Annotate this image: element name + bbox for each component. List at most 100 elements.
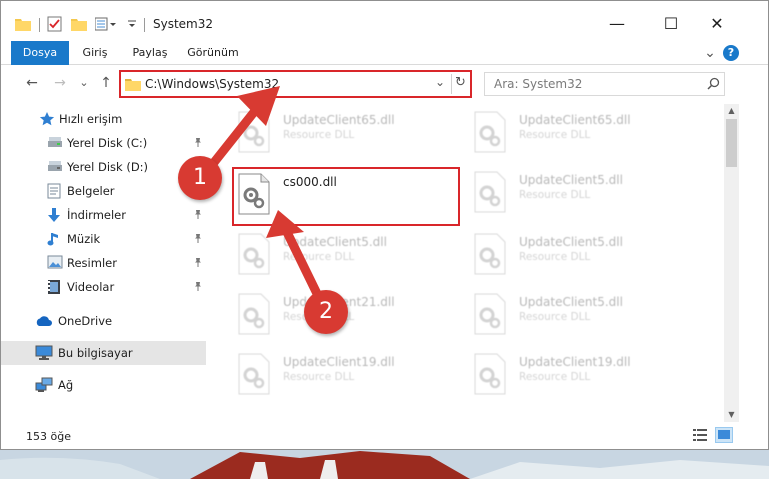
- search-placeholder: Ara: System32: [494, 77, 583, 91]
- file-item[interactable]: UpdateClient5.dll Resource DLL: [473, 289, 683, 343]
- up-button[interactable]: ↑: [97, 74, 115, 92]
- dll-file-icon: [237, 353, 273, 397]
- file-item[interactable]: UpdateClient65.dll Resource DLL: [473, 107, 683, 161]
- download-icon: [47, 207, 63, 223]
- dll-file-icon: [237, 293, 273, 337]
- music-icon: [47, 231, 63, 247]
- file-item[interactable]: UpdateClient65.dll Resource DLL: [237, 107, 447, 161]
- sidebar-item-local-disk-d[interactable]: Yerel Disk (D:): [1, 155, 206, 179]
- computer-icon: [35, 345, 53, 361]
- file-item[interactable]: UpdateClient5.dll Resource DLL: [473, 229, 683, 283]
- folder-icon: [125, 77, 141, 94]
- star-icon: [39, 111, 55, 127]
- sidebar-item-onedrive[interactable]: OneDrive: [1, 309, 206, 333]
- desktop-background: [0, 450, 769, 479]
- file-type: Resource DLL: [283, 129, 355, 141]
- navigation-pane: Hızlı erişim Yerel Disk (C:) Yerel Disk …: [1, 105, 208, 421]
- new-folder-icon[interactable]: [71, 15, 87, 33]
- sidebar-item-label: Müzik: [67, 232, 101, 246]
- close-button[interactable]: ✕: [702, 11, 732, 35]
- pin-icon: [193, 257, 203, 270]
- step-1-badge: 1: [178, 156, 222, 200]
- sidebar-item-label: İndirmeler: [67, 208, 126, 222]
- tab-view[interactable]: Görünüm: [181, 41, 245, 65]
- drive-icon: [47, 136, 63, 152]
- sidebar-item-label: Hızlı erişim: [59, 112, 123, 126]
- documents-icon: [47, 183, 63, 199]
- help-icon[interactable]: ?: [723, 45, 739, 61]
- tab-home[interactable]: Giriş: [75, 41, 115, 65]
- minimize-button[interactable]: —: [602, 11, 632, 35]
- vertical-scrollbar[interactable]: ▲ ▼: [724, 104, 739, 422]
- network-icon: [35, 377, 53, 393]
- dll-file-icon: [473, 171, 509, 215]
- tab-share[interactable]: Paylaş: [125, 41, 175, 65]
- sidebar-item-label: Ağ: [58, 378, 74, 392]
- item-count: 153 öğe: [26, 430, 71, 443]
- refresh-icon[interactable]: ↻: [455, 75, 466, 90]
- large-icons-view-icon[interactable]: [715, 427, 733, 443]
- search-box[interactable]: Ara: System32: [484, 72, 725, 96]
- scroll-down-arrow[interactable]: ▼: [724, 408, 739, 422]
- quick-access-dropdown-icon[interactable]: [127, 15, 137, 33]
- file-name: UpdateClient19.dll: [519, 355, 631, 369]
- address-row: ← → ⌄ ↑ C:\Windows\System32 ⌄ ↻ Ara: Sys…: [1, 66, 768, 102]
- sidebar-item-videos[interactable]: Videolar: [1, 275, 206, 299]
- folder-icon: [15, 15, 31, 33]
- sidebar-item-music[interactable]: Müzik: [1, 227, 206, 251]
- sidebar-item-downloads[interactable]: İndirmeler: [1, 203, 206, 227]
- sidebar-item-label: Yerel Disk (D:): [67, 160, 149, 174]
- dll-file-icon: [473, 293, 509, 337]
- file-highlight-box: [232, 167, 460, 226]
- sidebar-item-documents[interactable]: Belgeler: [1, 179, 206, 203]
- dll-file-icon: [473, 111, 509, 155]
- sidebar-item-local-disk-c[interactable]: Yerel Disk (C:): [1, 131, 206, 155]
- file-type: Resource DLL: [283, 371, 355, 383]
- file-item[interactable]: UpdateClient19.dll Resource DLL: [473, 349, 683, 403]
- expand-ribbon-icon[interactable]: ⌄: [701, 41, 719, 65]
- file-name: UpdateClient19.dll: [283, 355, 395, 369]
- scroll-up-arrow[interactable]: ▲: [724, 104, 739, 118]
- file-item[interactable]: UpdateClient19.dll Resource DLL: [237, 349, 447, 403]
- sidebar-item-pictures[interactable]: Resimler: [1, 251, 206, 275]
- file-item[interactable]: UpdateClient5.dll Resource DLL: [237, 229, 447, 283]
- pin-icon: [193, 233, 203, 246]
- recent-locations-button[interactable]: ⌄: [75, 74, 93, 92]
- sidebar-item-quick-access[interactable]: Hızlı erişim: [1, 107, 206, 131]
- dll-file-icon: [473, 233, 509, 277]
- video-icon: [47, 279, 63, 295]
- pin-icon: [193, 209, 203, 222]
- ribbon-tabs: Dosya Giriş Paylaş Görünüm ⌄ ?: [1, 41, 768, 65]
- back-button[interactable]: ←: [23, 74, 41, 92]
- sidebar-item-label: Belgeler: [67, 184, 115, 198]
- address-dropdown-icon[interactable]: ⌄: [435, 75, 445, 89]
- address-bar[interactable]: C:\Windows\System32 ⌄ ↻: [119, 70, 472, 98]
- tab-file[interactable]: Dosya: [11, 41, 69, 65]
- sidebar-item-label: Bu bilgisayar: [58, 346, 133, 360]
- details-view-icon[interactable]: [693, 429, 707, 444]
- scrollbar-thumb[interactable]: [726, 119, 737, 167]
- forward-button[interactable]: →: [51, 74, 69, 92]
- file-type: Resource DLL: [519, 251, 591, 263]
- file-name: UpdateClient5.dll: [519, 173, 623, 187]
- file-item[interactable]: UpdateClient5.dll Resource DLL: [473, 167, 683, 221]
- status-bar: 153 öğe: [1, 422, 768, 449]
- dll-file-icon: [473, 353, 509, 397]
- customize-toolbar-icon[interactable]: [95, 15, 117, 33]
- properties-icon[interactable]: [47, 15, 63, 33]
- sidebar-item-label: Resimler: [67, 256, 117, 270]
- address-path: C:\Windows\System32: [145, 77, 280, 91]
- maximize-button[interactable]: ☐: [656, 11, 686, 35]
- sidebar-item-label: Yerel Disk (C:): [67, 136, 148, 150]
- pin-icon: [193, 137, 203, 150]
- pictures-icon: [47, 255, 63, 271]
- file-type: Resource DLL: [519, 189, 591, 201]
- sidebar-item-network[interactable]: Ağ: [1, 373, 206, 397]
- file-type: Resource DLL: [519, 371, 591, 383]
- dll-file-icon: [237, 233, 273, 277]
- file-name: UpdateClient5.dll: [519, 235, 623, 249]
- file-type: Resource DLL: [283, 251, 355, 263]
- sidebar-item-this-pc[interactable]: Bu bilgisayar: [1, 341, 206, 365]
- search-icon[interactable]: [707, 77, 720, 93]
- file-name: UpdateClient65.dll: [519, 113, 631, 127]
